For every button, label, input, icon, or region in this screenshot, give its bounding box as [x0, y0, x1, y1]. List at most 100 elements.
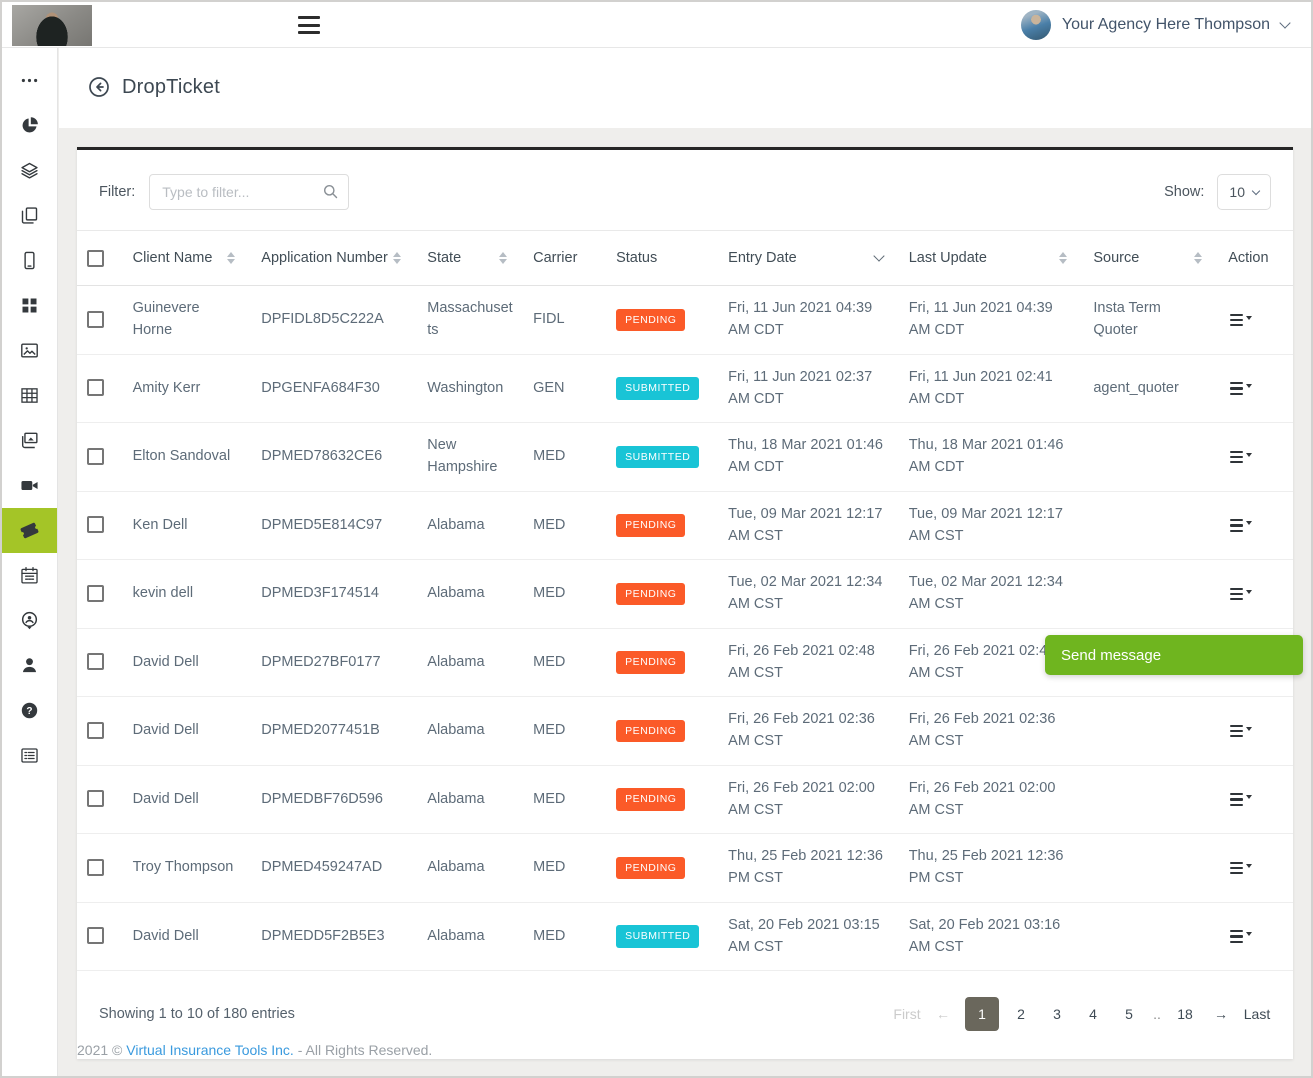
row-action-menu-button[interactable]	[1228, 721, 1254, 742]
pagination-page-4[interactable]: 4	[1079, 997, 1107, 1031]
copy-icon	[19, 205, 40, 226]
row-checkbox[interactable]	[87, 722, 104, 739]
pagination-page-3[interactable]: 3	[1043, 997, 1071, 1031]
column-header-client-name: Client Name	[133, 248, 213, 268]
row-checkbox[interactable]	[87, 448, 104, 465]
ticket-icon	[19, 520, 40, 541]
filter-label: Filter:	[99, 184, 135, 200]
column-header-state: State	[427, 248, 461, 268]
sort-icon[interactable]	[227, 252, 235, 264]
person-icon	[19, 655, 40, 676]
pagination-page-18[interactable]: 18	[1171, 997, 1199, 1031]
row-checkbox[interactable]	[87, 516, 104, 533]
footer-company-link[interactable]: Virtual Insurance Tools Inc.	[126, 1042, 294, 1058]
cell-last-update: Tue, 02 Mar 2021 12:34 AM CST	[899, 560, 1084, 629]
cell-carrier: MED	[523, 560, 606, 629]
user-menu[interactable]: Your Agency Here Thompson	[1021, 2, 1289, 48]
sidebar-item-more[interactable]	[2, 58, 57, 103]
column-header-action: Action	[1228, 250, 1268, 266]
cell-application-number: DPMEDBF76D596	[251, 765, 417, 834]
sort-descending-icon[interactable]	[873, 250, 884, 261]
filter-input[interactable]	[149, 174, 349, 210]
hamburger-menu-icon[interactable]	[298, 16, 320, 34]
status-badge: PENDING	[616, 857, 685, 880]
row-action-menu-button[interactable]	[1228, 447, 1254, 468]
sort-icon[interactable]	[393, 252, 401, 264]
sidebar-item-photo-album[interactable]	[2, 418, 57, 463]
cell-entry-date: Tue, 09 Mar 2021 12:17 AM CST	[718, 491, 899, 560]
row-action-menu-button[interactable]	[1228, 584, 1254, 605]
cell-source	[1083, 491, 1218, 560]
page-size-select[interactable]: 10	[1217, 174, 1271, 210]
sidebar-item-person[interactable]	[2, 643, 57, 688]
row-action-menu-button[interactable]	[1228, 858, 1254, 879]
table-row: Amity Kerr DPGENFA684F30 Washington GEN …	[77, 354, 1293, 423]
cell-application-number: DPFIDL8D5C222A	[251, 286, 417, 355]
row-checkbox[interactable]	[87, 859, 104, 876]
pagination-page-2[interactable]: 2	[1007, 997, 1035, 1031]
sidebar-item-layers[interactable]	[2, 148, 57, 193]
sidebar-item-smartphone[interactable]	[2, 238, 57, 283]
status-badge: PENDING	[616, 514, 685, 537]
row-checkbox[interactable]	[87, 379, 104, 396]
row-action-menu-button[interactable]	[1228, 926, 1254, 947]
sidebar-item-list[interactable]	[2, 733, 57, 778]
cell-client-name: David Dell	[123, 628, 252, 697]
list-icon	[19, 745, 40, 766]
photo-album-icon	[19, 430, 40, 451]
row-action-menu-button[interactable]	[1228, 378, 1254, 399]
row-action-menu-button[interactable]	[1228, 789, 1254, 810]
sort-icon[interactable]	[499, 252, 507, 264]
pagination-last[interactable]: Last	[1243, 997, 1271, 1031]
row-checkbox[interactable]	[87, 927, 104, 944]
cell-last-update: Fri, 26 Feb 2021 02:36 AM CST	[899, 697, 1084, 766]
pie-chart-icon	[19, 115, 40, 136]
app-window: Your Agency Here Thompson ? DropTicket	[0, 0, 1313, 1078]
topbar: Your Agency Here Thompson	[2, 2, 1311, 48]
pagination-next-icon[interactable]: →	[1207, 997, 1235, 1031]
cell-last-update: Thu, 18 Mar 2021 01:46 AM CDT	[899, 423, 1084, 492]
sidebar-item-copy[interactable]	[2, 193, 57, 238]
sidebar-item-person-pin[interactable]	[2, 598, 57, 643]
menu-lines-icon	[1230, 519, 1243, 532]
back-button[interactable]	[87, 75, 111, 99]
pagination-prev-icon[interactable]: ←	[929, 997, 957, 1031]
menu-lines-icon	[1230, 725, 1243, 738]
sidebar-item-pie-chart[interactable]	[2, 103, 57, 148]
sidebar-item-dropticket[interactable]	[2, 508, 57, 553]
svg-text:?: ?	[26, 706, 32, 717]
caret-down-icon	[1246, 384, 1252, 388]
sidebar-item-table[interactable]	[2, 373, 57, 418]
menu-lines-icon	[1230, 793, 1243, 806]
cell-state: New Hampshire	[417, 423, 523, 492]
cell-source	[1083, 902, 1218, 971]
sidebar-item-image[interactable]	[2, 328, 57, 373]
sidebar-item-help[interactable]: ?	[2, 688, 57, 733]
sidebar-item-video-camera[interactable]	[2, 463, 57, 508]
send-message-menu-item[interactable]: Send message	[1045, 635, 1303, 675]
pagination-page-5[interactable]: 5	[1115, 997, 1143, 1031]
cell-application-number: DPMED5E814C97	[251, 491, 417, 560]
cell-client-name: kevin dell	[123, 560, 252, 629]
row-action-menu-button[interactable]	[1228, 310, 1254, 331]
cell-application-number: DPMED459247AD	[251, 834, 417, 903]
status-badge: PENDING	[616, 651, 685, 674]
agency-logo	[12, 5, 92, 46]
row-checkbox[interactable]	[87, 311, 104, 328]
sort-icon[interactable]	[1059, 252, 1067, 264]
sort-icon[interactable]	[1194, 252, 1202, 264]
pagination-first[interactable]: First	[893, 997, 921, 1031]
row-checkbox[interactable]	[87, 585, 104, 602]
row-checkbox[interactable]	[87, 790, 104, 807]
cell-entry-date: Fri, 26 Feb 2021 02:48 AM CST	[718, 628, 899, 697]
select-all-checkbox[interactable]	[87, 250, 104, 267]
row-checkbox[interactable]	[87, 653, 104, 670]
cell-client-name: David Dell	[123, 697, 252, 766]
row-action-menu-button[interactable]	[1228, 515, 1254, 536]
sidebar-item-calendar[interactable]	[2, 553, 57, 598]
pagination-page-1[interactable]: 1	[965, 997, 999, 1031]
page-title: DropTicket	[122, 76, 220, 99]
sidebar-item-grid[interactable]	[2, 283, 57, 328]
column-header-application-number: Application Number	[261, 248, 388, 268]
cell-application-number: DPMED27BF0177	[251, 628, 417, 697]
